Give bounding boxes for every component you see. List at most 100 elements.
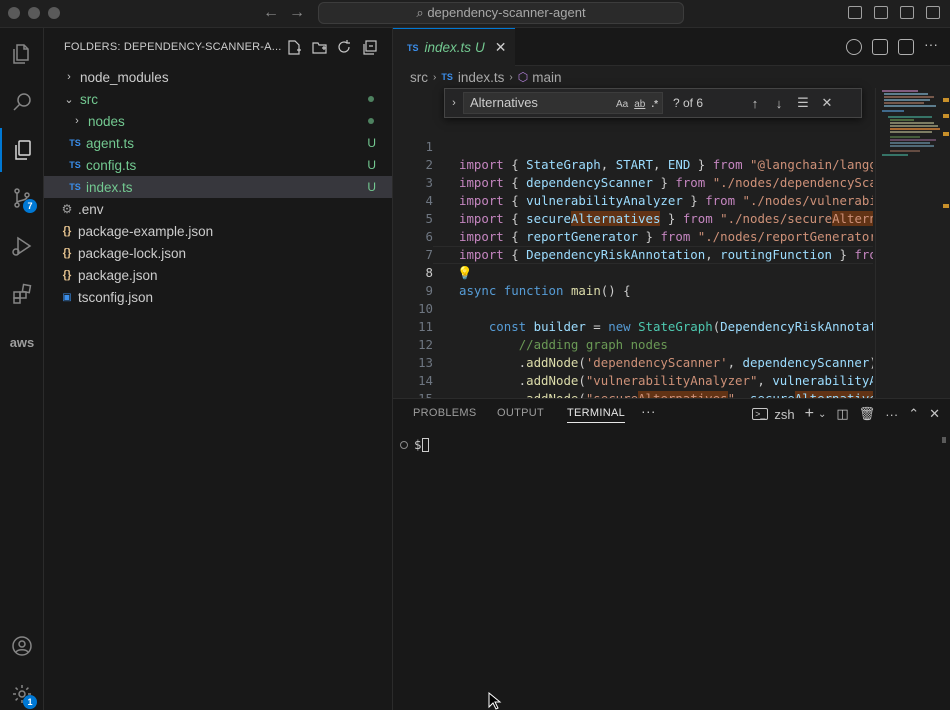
match-case-toggle[interactable]: Aa — [616, 95, 628, 115]
explorer-title: FOLDERS: DEPENDENCY-SCANNER-A... — [64, 41, 282, 53]
typescript-file-icon: TS — [69, 138, 81, 148]
tree-label: tsconfig.json — [78, 289, 154, 305]
tree-folder-src[interactable]: ⌄ src — [44, 88, 392, 110]
code-line: 6 import { DependencyRiskAnnotation, rou… — [393, 210, 873, 262]
breadcrumb-file[interactable]: index.ts — [458, 70, 505, 85]
code-line: 13 .addNode("vulnerabilityAnalyzer", vul… — [393, 336, 873, 388]
previous-match-arrow-icon[interactable]: ↑ — [743, 96, 767, 111]
run-debug-icon[interactable] — [0, 224, 44, 268]
close-find-icon[interactable]: ✕ — [815, 95, 839, 111]
compare-changes-icon[interactable] — [872, 39, 888, 55]
close-window-button[interactable] — [8, 7, 20, 19]
panel-more-icon[interactable]: ··· — [641, 403, 656, 419]
panel-tab-bar: PROBLEMS OUTPUT TERMINAL ··· >_ zsh + ⌄ … — [393, 399, 950, 429]
code-line: 3 import { vulnerabilityAnalyzer } from … — [393, 156, 873, 208]
tree-file-index-ts[interactable]: TS index.ts U — [44, 176, 392, 198]
terminal-dropdown-chevron-icon[interactable]: ⌄ — [818, 409, 826, 420]
tab-output[interactable]: OUTPUT — [497, 407, 544, 419]
tree-label: .env — [78, 201, 104, 217]
find-input[interactable]: Alternatives Aa ab .* — [463, 92, 663, 114]
tree-file-tsconfig-json[interactable]: ▣ tsconfig.json — [44, 286, 392, 308]
toggle-sidebar-icon[interactable] — [848, 6, 862, 19]
timeline-history-icon[interactable] — [846, 39, 862, 55]
close-tab-icon[interactable]: ✕ — [495, 39, 507, 56]
copy-files-icon[interactable] — [0, 128, 44, 172]
terminal-scrollbar[interactable] — [942, 437, 946, 443]
tree-folder-nodes[interactable]: › nodes — [44, 110, 392, 132]
toggle-panel-icon[interactable] — [874, 6, 888, 19]
new-terminal-plus-icon[interactable]: + — [805, 405, 814, 423]
json-file-icon: {} — [62, 225, 72, 237]
tree-folder-node-modules[interactable]: › node_modules — [44, 66, 392, 88]
mouse-pointer-icon — [488, 692, 502, 710]
explorer-header: FOLDERS: DEPENDENCY-SCANNER-A... — [44, 28, 392, 66]
find-in-selection-icon[interactable]: ☰ — [791, 95, 815, 111]
search-icon[interactable] — [0, 80, 44, 124]
find-query: Alternatives — [470, 95, 538, 110]
new-file-icon[interactable] — [286, 39, 303, 56]
activity-bar: 7 aws 1 — [0, 28, 44, 710]
tree-label: config.ts — [86, 157, 137, 173]
split-terminal-icon[interactable]: ◫ — [836, 406, 848, 422]
tree-file-package-lock-json[interactable]: {} package-lock.json — [44, 242, 392, 264]
code-line: 15 .addNode("reportGenerator", reportGen… — [393, 372, 873, 398]
code-line: 14 .addNode("secureAlternatives", secure… — [393, 354, 873, 398]
breadcrumb-symbol[interactable]: main — [532, 70, 561, 85]
split-editor-icon[interactable] — [898, 39, 914, 55]
terminal-output[interactable]: $ — [400, 437, 430, 452]
code-editor[interactable]: 1 import { StateGraph, START, END } from… — [393, 120, 873, 398]
accounts-icon[interactable] — [0, 624, 44, 668]
chevron-down-icon: ⌄ — [64, 93, 74, 106]
typescript-file-icon: TS — [69, 182, 81, 192]
regex-toggle[interactable]: .* — [651, 95, 658, 115]
panel-more-actions-icon[interactable]: ··· — [885, 407, 898, 422]
editor-tab-bar: TS index.ts U ✕ ··· — [393, 28, 950, 66]
forward-arrow-icon[interactable]: → — [289, 4, 305, 22]
tree-label: package-lock.json — [78, 245, 187, 261]
collapse-all-icon[interactable] — [361, 39, 378, 56]
next-match-arrow-icon[interactable]: ↓ — [767, 96, 791, 111]
customize-layout-icon[interactable] — [926, 6, 940, 19]
breadcrumb-folder[interactable]: src — [410, 70, 428, 85]
back-arrow-icon[interactable]: ← — [263, 4, 279, 22]
code-line: 8 async function main() { — [393, 246, 873, 298]
command-center-search[interactable]: ⌕ dependency-scanner-agent — [318, 2, 684, 24]
chevron-right-icon: › — [433, 71, 437, 83]
tree-file-config-ts[interactable]: TS config.ts U — [44, 154, 392, 176]
match-whole-word-toggle[interactable]: ab — [634, 95, 645, 115]
refresh-icon[interactable] — [336, 39, 353, 56]
tree-file-package-json[interactable]: {} package.json — [44, 264, 392, 286]
json-file-icon: {} — [62, 247, 72, 259]
tab-problems[interactable]: PROBLEMS — [413, 407, 477, 419]
chevron-right-icon: › — [509, 71, 513, 83]
more-actions-icon[interactable]: ··· — [924, 37, 940, 55]
trash-icon[interactable]: 🗑 — [859, 406, 876, 422]
git-status-badge: U — [367, 180, 376, 194]
toggle-secondary-sidebar-icon[interactable] — [900, 6, 914, 19]
manage-gear-icon[interactable]: 1 — [0, 672, 44, 710]
minimap[interactable] — [875, 88, 950, 398]
tree-label: src — [80, 91, 98, 107]
explorer-icon[interactable] — [0, 32, 44, 76]
close-panel-icon[interactable]: ✕ — [929, 406, 940, 422]
tree-file-package-example-json[interactable]: {} package-example.json — [44, 220, 392, 242]
extensions-icon[interactable] — [0, 272, 44, 316]
find-widget: › Alternatives Aa ab .* ? of 6 ↑ ↓ ☰ ✕ — [444, 88, 862, 118]
maximize-panel-chevron-icon[interactable]: ⌃ — [908, 406, 919, 422]
code-line: 12 .addNode('dependencyScanner', depende… — [393, 318, 873, 370]
toggle-replace-chevron-icon[interactable]: › — [445, 97, 463, 109]
tree-file-env[interactable]: ⚙ .env — [44, 198, 392, 220]
tab-terminal[interactable]: TERMINAL — [567, 407, 626, 423]
breadcrumb: src › TS index.ts › ⬡ main — [393, 66, 950, 88]
git-status-badge: U — [475, 40, 485, 55]
terminal-shell-label[interactable]: zsh — [774, 407, 794, 422]
tree-file-agent-ts[interactable]: TS agent.ts U — [44, 132, 392, 154]
code-line: 5 import { reportGenerator } from "./nod… — [393, 192, 873, 244]
new-folder-icon[interactable] — [311, 39, 328, 56]
tree-label: package.json — [78, 267, 158, 283]
zoom-window-button[interactable] — [48, 7, 60, 19]
tab-index-ts[interactable]: TS index.ts U ✕ — [393, 28, 515, 66]
minimize-window-button[interactable] — [28, 7, 40, 19]
aws-icon[interactable]: aws — [0, 320, 44, 364]
source-control-icon[interactable]: 7 — [0, 176, 44, 220]
